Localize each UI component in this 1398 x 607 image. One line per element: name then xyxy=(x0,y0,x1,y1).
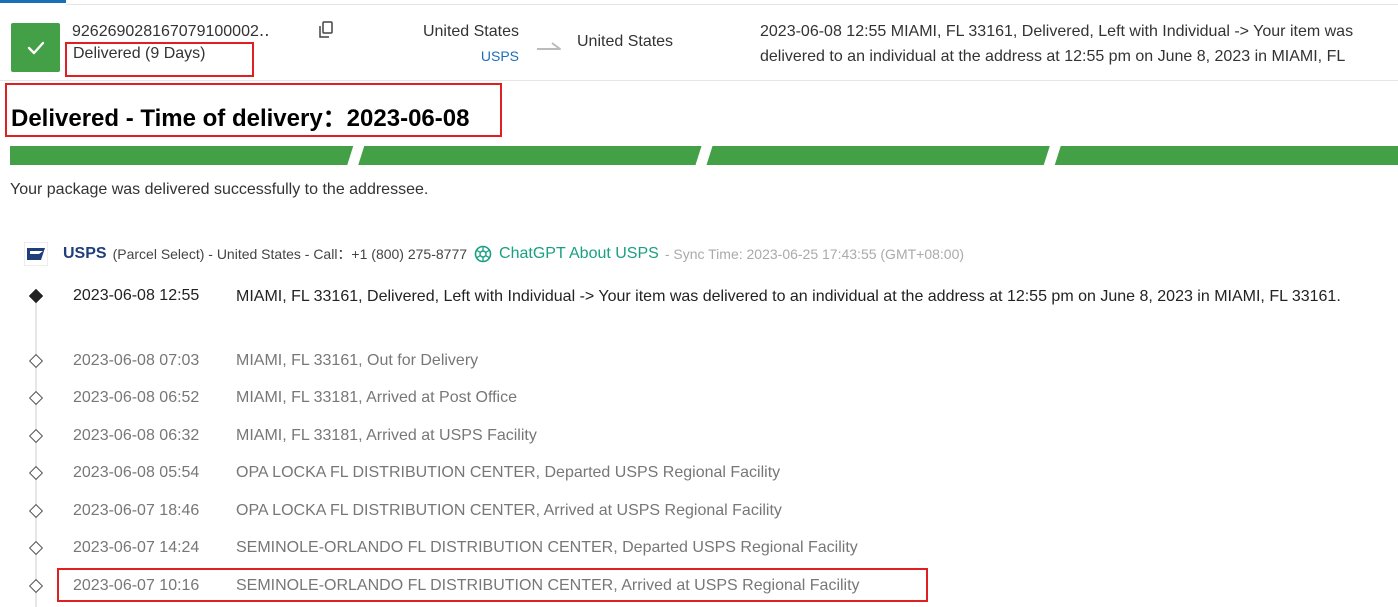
checkmark-icon xyxy=(27,41,44,54)
tracking-summary-row[interactable]: 926269028167079100002‥ Delivered (9 Days… xyxy=(0,5,1398,81)
event-description: OPA LOCKA FL DISTRIBUTION CENTER, Arrive… xyxy=(236,502,782,519)
event-description: SEMINOLE-ORLANDO FL DISTRIBUTION CENTER,… xyxy=(236,539,858,556)
chatgpt-link-label[interactable]: ChatGPT About USPS xyxy=(499,245,659,263)
progress-segment xyxy=(358,146,702,165)
carrier-info-row: USPS (Parcel Select) - United States - C… xyxy=(24,241,964,267)
timeline-line xyxy=(35,296,37,607)
progress-segment xyxy=(10,146,354,165)
chatgpt-about-link[interactable]: ChatGPT About USPS xyxy=(473,244,659,264)
event-highlight-box xyxy=(57,568,928,602)
event-time: 2023-06-08 12:55 xyxy=(73,287,200,304)
delivered-status-icon xyxy=(11,23,60,72)
carrier-name[interactable]: USPS xyxy=(63,245,107,263)
tracking-number[interactable]: 926269028167079100002‥ xyxy=(72,21,270,41)
progress-segment xyxy=(706,146,1050,165)
active-tab-indicator xyxy=(0,0,66,3)
delivery-progress-bar xyxy=(10,146,1398,165)
event-time: 2023-06-07 18:46 xyxy=(73,502,200,519)
origin-country: United States xyxy=(422,23,519,40)
carrier-meta: (Parcel Select) - United States - Call：+… xyxy=(112,246,468,262)
title-highlight-box xyxy=(5,83,502,137)
diamond-icon xyxy=(28,390,44,406)
event-description: OPA LOCKA FL DISTRIBUTION CENTER, Depart… xyxy=(236,464,781,481)
progress-segment xyxy=(1054,146,1398,165)
diamond-icon xyxy=(28,503,44,519)
carrier-link[interactable]: USPS xyxy=(481,48,519,64)
latest-event-text: 2023-06-08 12:55 MIAMI, FL 33161, Delive… xyxy=(760,23,1354,65)
diamond-icon xyxy=(28,540,44,556)
diamond-icon xyxy=(28,353,44,369)
event-description: MIAMI, FL 33181, Arrived at Post Office xyxy=(236,389,518,406)
diamond-icon xyxy=(28,578,44,594)
usps-logo-icon xyxy=(24,242,48,266)
event-time: 2023-06-08 05:54 xyxy=(73,464,200,481)
sync-time: - Sync Time: 2023-06-25 17:43:55 (GMT+08… xyxy=(664,246,965,262)
event-time: 2023-06-08 06:52 xyxy=(73,389,200,406)
event-description: MIAMI, FL 33181, Arrived at USPS Facilit… xyxy=(236,427,537,444)
chatgpt-icon xyxy=(474,245,492,263)
event-time: 2023-06-08 07:03 xyxy=(73,352,200,369)
event-description: MIAMI, FL 33161, Delivered, Left with In… xyxy=(236,288,1341,305)
status-highlight-box xyxy=(65,42,254,77)
diamond-icon xyxy=(28,288,44,304)
diamond-icon xyxy=(28,465,44,481)
diamond-icon xyxy=(28,428,44,444)
destination-country: United States xyxy=(577,33,674,50)
event-time: 2023-06-07 14:24 xyxy=(73,539,200,556)
status-message: Your package was delivered successfully … xyxy=(10,181,429,198)
event-time: 2023-06-08 06:32 xyxy=(73,427,200,444)
event-description: MIAMI, FL 33161, Out for Delivery xyxy=(236,352,479,369)
arrow-right-icon xyxy=(536,39,562,51)
copy-icon[interactable] xyxy=(318,21,334,39)
